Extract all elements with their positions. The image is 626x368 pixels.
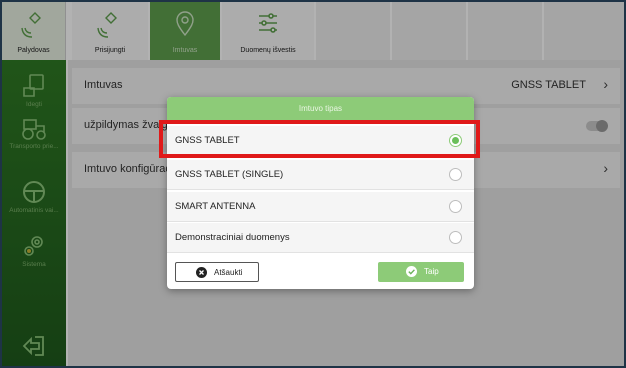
radio-unselected[interactable] [449,168,462,181]
highlight-box [159,120,480,158]
dialog-title: Imtuvo tipas [167,97,474,121]
close-circle-icon [196,267,207,278]
radio-unselected[interactable] [449,231,462,244]
option-demonstraciniai[interactable]: Demonstraciniai duomenys [167,223,474,253]
ok-button[interactable]: Taip [378,262,464,282]
option-label: Demonstraciniai duomenys [175,232,290,243]
app-window: Palydovas Prisijungti Imtuvas Duomenų iš… [0,0,626,368]
option-label: SMART ANTENNA [175,201,256,212]
option-label: GNSS TABLET (SINGLE) [175,169,284,180]
cancel-button[interactable]: Atšaukti [175,262,259,282]
option-gnss-tablet-single[interactable]: GNSS TABLET (SINGLE) [167,160,474,190]
option-smart-antenna[interactable]: SMART ANTENNA [167,192,474,222]
check-circle-icon [406,266,417,277]
radio-unselected[interactable] [449,200,462,213]
cancel-label: Atšaukti [214,268,243,277]
ok-label: Taip [424,267,439,276]
